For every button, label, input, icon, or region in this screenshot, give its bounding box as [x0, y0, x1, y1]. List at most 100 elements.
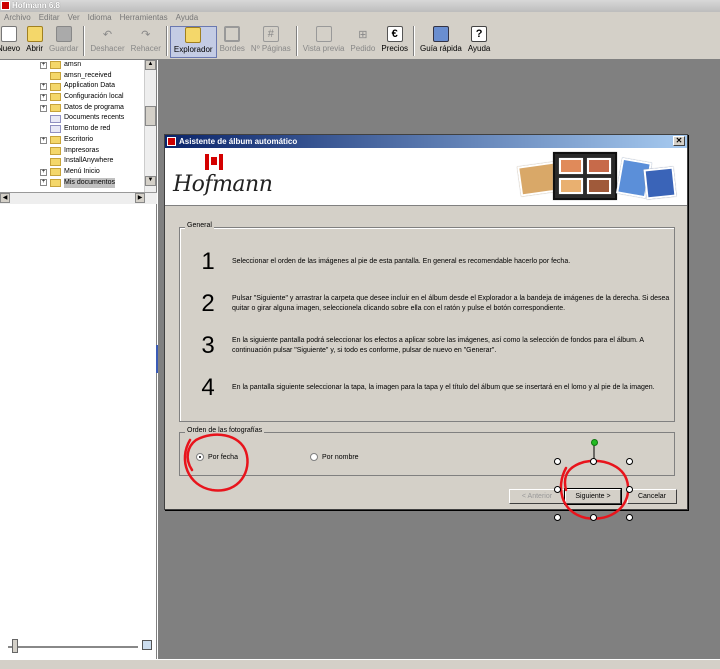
expand-icon[interactable]: + — [40, 179, 47, 187]
brand-name: Hofmann — [173, 172, 273, 197]
tree-item[interactable]: + Menú Inicio — [0, 167, 156, 178]
recent-docs-icon — [50, 114, 61, 123]
resize-handle[interactable] — [554, 486, 561, 493]
menu-ver[interactable]: Ver — [64, 12, 84, 24]
open-folder-icon — [26, 26, 43, 42]
scroll-thumb[interactable] — [145, 106, 156, 126]
borders-button[interactable]: Bordes — [217, 26, 248, 58]
order-button[interactable]: ⊞ Pedido — [347, 26, 378, 58]
undo-button[interactable]: ↶ Deshacer — [87, 26, 127, 58]
step-2: 2 Pulsar "Siguiente" y arrastrar la carpe… — [201, 290, 670, 317]
folder-icon — [50, 178, 61, 187]
quick-guide-button[interactable]: Guía rápida — [417, 26, 465, 58]
resize-handle[interactable] — [626, 458, 633, 465]
resize-handle[interactable] — [554, 514, 561, 521]
expand-icon[interactable]: + — [40, 93, 47, 101]
tree-item[interactable]: Entorno de red — [0, 124, 156, 135]
general-group: General 1 Seleccionar el orden de las imá… — [179, 222, 675, 422]
tree-item[interactable]: Documents recents — [0, 113, 156, 124]
tree-item[interactable]: + Datos de programa — [0, 103, 156, 114]
resize-handle[interactable] — [554, 458, 561, 465]
resize-handle[interactable] — [626, 514, 633, 521]
close-icon[interactable]: ✕ — [673, 136, 685, 146]
radio-unchecked-icon[interactable] — [310, 453, 318, 461]
help-icon: ? — [471, 26, 488, 42]
dialog-title: Asistente de álbum automático — [179, 137, 298, 146]
zoom-slider[interactable] — [0, 638, 157, 654]
tree-horizontal-scrollbar[interactable]: ◀ ▶ — [0, 192, 157, 204]
tree-item[interactable]: InstallAnywhere — [0, 156, 156, 167]
zoom-image-icon — [142, 640, 152, 650]
folder-icon — [50, 168, 61, 177]
folder-tree[interactable]: + amsn amsn_received + Application Data + C… — [0, 60, 157, 192]
app-titlebar: Hofmann 6.8 — [0, 0, 720, 12]
open-button[interactable]: Abrir — [23, 26, 46, 58]
menu-editar[interactable]: Editar — [35, 12, 64, 24]
tree-vertical-scrollbar[interactable]: ▲ ▼ — [144, 60, 156, 192]
menu-ayuda[interactable]: Ayuda — [172, 12, 203, 24]
network-icon — [50, 125, 61, 134]
explorer-icon — [185, 27, 202, 43]
status-bar — [0, 659, 720, 669]
tree-item[interactable]: + Configuración local — [0, 92, 156, 103]
expand-icon[interactable]: + — [40, 168, 47, 176]
scroll-down-icon[interactable]: ▼ — [145, 176, 156, 186]
auto-album-wizard-dialog: Asistente de álbum automático ✕ Hofmann … — [164, 134, 688, 510]
hofmann-logo: Hofmann — [173, 152, 273, 202]
dialog-titlebar: Asistente de álbum automático ✕ — [165, 135, 687, 148]
new-button[interactable]: Nuevo — [0, 26, 23, 58]
folder-icon — [50, 93, 61, 102]
menu-idioma[interactable]: Idioma — [84, 12, 116, 24]
tree-item[interactable]: + Application Data — [0, 81, 156, 92]
tree-item[interactable]: Impresoras — [0, 146, 156, 157]
order-label: Orden de las fotografías — [185, 427, 265, 434]
toolbar-separator — [83, 26, 86, 56]
save-button[interactable]: Guardar — [46, 26, 81, 58]
order-by-name-radio[interactable]: Por nombre — [310, 453, 359, 461]
scroll-up-icon[interactable]: ▲ — [145, 60, 156, 70]
radio-checked-icon[interactable] — [196, 453, 204, 461]
preview-button[interactable]: Vista previa — [300, 26, 348, 58]
menu-archivo[interactable]: Archivo — [0, 12, 35, 24]
expand-icon[interactable]: + — [40, 136, 47, 144]
scroll-left-icon[interactable]: ◀ — [0, 193, 10, 203]
prices-button[interactable]: € Precios — [378, 26, 411, 58]
save-disk-icon — [55, 26, 72, 42]
tree-item[interactable]: amsn_received — [0, 71, 156, 82]
hofmann-flag-icon — [205, 154, 223, 170]
scroll-right-icon[interactable]: ▶ — [135, 193, 145, 203]
cancel-button[interactable]: Cancelar — [627, 489, 677, 504]
undo-icon: ↶ — [102, 28, 113, 41]
toolbar-separator — [295, 26, 298, 56]
rotate-handle-icon[interactable] — [591, 439, 598, 446]
order-by-date-radio[interactable]: Por fecha — [196, 453, 238, 461]
redo-button[interactable]: ↷ Rehacer — [128, 26, 164, 58]
page-count-icon: # — [262, 26, 279, 42]
menu-herramientas[interactable]: Herramientas — [116, 12, 172, 24]
tree-item[interactable]: + amsn — [0, 60, 156, 71]
page-count-button[interactable]: # Nº Páginas — [248, 26, 294, 58]
tree-item-selected[interactable]: + Mis documentos — [0, 177, 156, 189]
resize-handle[interactable] — [590, 458, 597, 465]
toolbar-separator — [165, 26, 168, 56]
hofmann-app-icon — [167, 137, 176, 146]
photo-order-group: Orden de las fotografías Por fecha Por n… — [179, 427, 675, 476]
step-3: 3 En la siguiente pantalla podrá seleccio… — [201, 332, 644, 359]
help-button[interactable]: ? Ayuda — [465, 26, 494, 58]
tree-item[interactable]: + Escritorio — [0, 135, 156, 146]
resize-handle[interactable] — [626, 486, 633, 493]
explorer-button[interactable]: Explorador — [169, 26, 217, 58]
resize-handle[interactable] — [590, 514, 597, 521]
expand-icon[interactable]: + — [40, 104, 47, 112]
general-label: General — [185, 222, 214, 229]
preview-icon — [315, 26, 332, 42]
step-4: 4 En la pantalla siguiente seleccionar la… — [201, 374, 655, 401]
expand-icon[interactable]: + — [40, 61, 47, 69]
slider-thumb[interactable] — [12, 639, 18, 653]
folder-icon — [50, 104, 61, 113]
slider-track — [8, 646, 138, 648]
folder-icon — [50, 157, 61, 166]
next-button[interactable]: Siguiente > — [564, 488, 622, 505]
expand-icon[interactable]: + — [40, 83, 47, 91]
new-album-icon — [0, 26, 17, 42]
